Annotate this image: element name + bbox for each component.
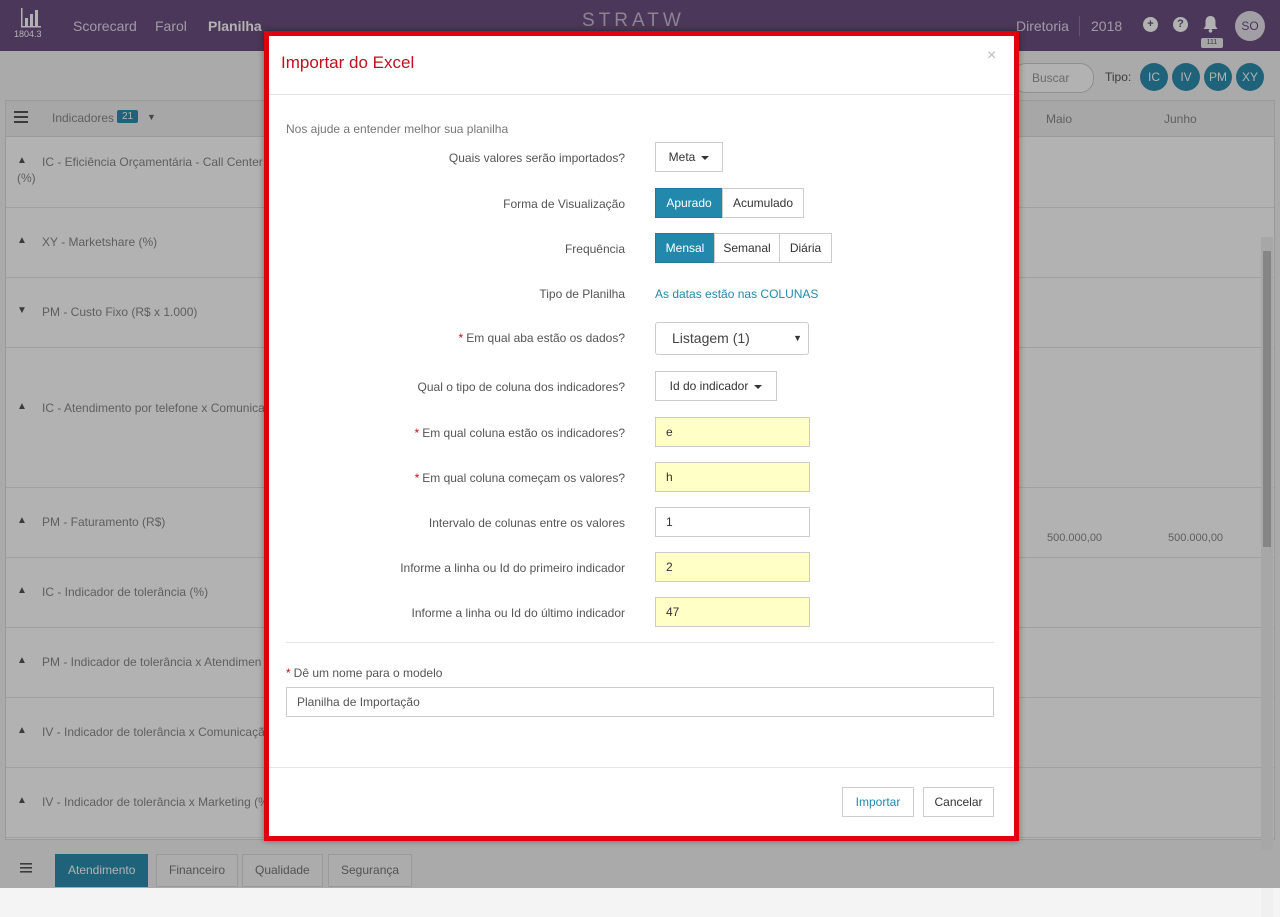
values-column-input[interactable]: h xyxy=(655,462,810,492)
divider xyxy=(286,642,994,643)
first-indicator-input[interactable]: 2 xyxy=(655,552,810,582)
frequency-label: Frequência xyxy=(564,242,625,256)
model-name-input[interactable]: Planilha de Importação xyxy=(286,687,994,717)
values-selected: Meta xyxy=(668,150,696,164)
import-excel-dialog: Importar do Excel × Nos ajude a entender… xyxy=(264,31,1019,841)
required-mark: * xyxy=(458,331,464,345)
column-type-selected: Id do indicador xyxy=(669,379,749,393)
last-indicator-label: Informe a linha ou Id do último indicado… xyxy=(411,606,625,620)
column-type-label: Qual o tipo de coluna dos indicadores? xyxy=(417,380,625,394)
sheet-tab-selected: Listagem (1) xyxy=(672,330,750,346)
divider xyxy=(269,94,1014,95)
frequency-option-diaria[interactable]: Diária xyxy=(779,233,832,263)
indicator-column-label-text: Em qual coluna estão os indicadores? xyxy=(422,426,625,440)
divider xyxy=(269,767,1014,768)
first-indicator-label: Informe a linha ou Id do primeiro indica… xyxy=(400,561,625,575)
cancel-button[interactable]: Cancelar xyxy=(923,787,994,817)
view-label: Forma de Visualização xyxy=(503,197,625,211)
select-arrow-icon: ▼ xyxy=(793,333,802,343)
dialog-title: Importar do Excel xyxy=(281,53,415,72)
values-dropdown[interactable]: Meta xyxy=(655,142,723,172)
values-column-label: * Em qual coluna começam os valores? xyxy=(415,471,625,485)
import-button[interactable]: Importar xyxy=(842,787,914,817)
sheet-type-link[interactable]: As datas estão nas COLUNAS xyxy=(655,287,818,301)
tab-label: * Em qual aba estão os dados? xyxy=(459,331,625,345)
interval-label: Intervalo de colunas entre os valores xyxy=(428,516,625,530)
values-column-label-text: Em qual coluna começam os valores? xyxy=(422,471,625,485)
required-mark: * xyxy=(286,666,291,680)
frequency-option-mensal[interactable]: Mensal xyxy=(655,233,715,263)
sheet-tab-select[interactable]: Listagem (1) ▼ xyxy=(655,322,809,355)
view-option-acumulado[interactable]: Acumulado xyxy=(722,188,804,218)
frequency-option-semanal[interactable]: Semanal xyxy=(714,233,780,263)
indicator-column-label: * Em qual coluna estão os indicadores? xyxy=(415,426,625,440)
model-name-label: * Dê um nome para o modelo xyxy=(286,666,442,680)
tab-label-text: Em qual aba estão os dados? xyxy=(466,331,625,345)
indicator-column-input[interactable]: e xyxy=(655,417,810,447)
close-icon[interactable]: × xyxy=(987,47,996,65)
view-option-apurado[interactable]: Apurado xyxy=(655,188,723,218)
caret-down-icon xyxy=(754,384,763,389)
interval-input[interactable]: 1 xyxy=(655,507,810,537)
dialog-subtitle: Nos ajude a entender melhor sua planilha xyxy=(286,122,509,136)
model-name-label-text: Dê um nome para o modelo xyxy=(293,666,443,680)
required-mark: * xyxy=(414,471,420,485)
caret-down-icon xyxy=(701,155,710,160)
required-mark: * xyxy=(414,426,420,440)
values-label: Quais valores serão importados? xyxy=(448,151,625,165)
column-type-dropdown[interactable]: Id do indicador xyxy=(655,371,777,401)
last-indicator-input[interactable]: 47 xyxy=(655,597,810,627)
sheet-type-label: Tipo de Planilha xyxy=(539,287,625,301)
